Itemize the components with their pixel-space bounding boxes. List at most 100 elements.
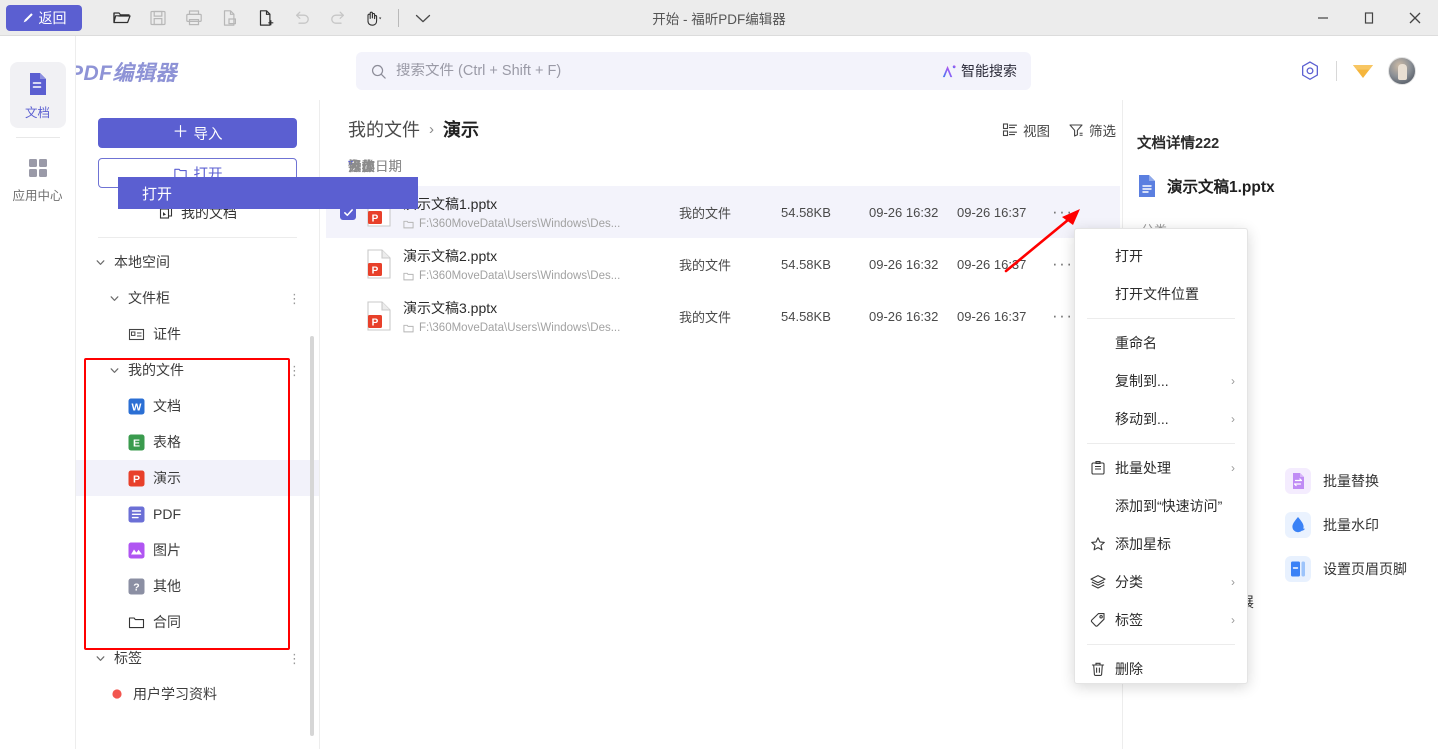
file-meta: 演示文稿3.pptx F:\360MoveData\Users\Windows\D… [403, 298, 703, 334]
maximize-button[interactable] [1346, 0, 1392, 36]
table-row[interactable]: P 演示文稿1.pptx F:\360MoveData\Users\Windows\… [326, 186, 1120, 238]
tree-item-more-icon[interactable]: ⋮ [288, 292, 301, 305]
header-divider [1336, 61, 1337, 81]
hexagon-settings-icon[interactable] [1293, 56, 1327, 86]
copy-page-icon[interactable] [212, 2, 248, 34]
svg-text:?: ? [133, 581, 139, 593]
tree-item-more-icon[interactable]: ⋮ [288, 364, 301, 377]
detail-tool-item[interactable]: 批量水印 [1285, 512, 1407, 538]
sidebar-tree-item[interactable]: 用户学习资料 [76, 676, 319, 712]
rail-item-documents[interactable]: 文档 [9, 62, 66, 128]
svg-text:E: E [133, 437, 140, 449]
sidebar-tree-item-label: 合同 [153, 614, 181, 630]
row-more-actions-icon[interactable]: ··· [1052, 202, 1073, 222]
search-input[interactable] [396, 63, 940, 79]
hand-tool-icon[interactable] [356, 2, 392, 34]
detail-tool-label: 设置页眉页脚 [1323, 561, 1407, 577]
sidebar-tree-item[interactable]: 证件 [76, 316, 319, 352]
context-menu-icon-placeholder [1089, 410, 1107, 428]
column-header-actions: 操作 [348, 159, 375, 174]
view-button[interactable]: 视图 [1002, 120, 1050, 140]
sidebar-tree-item[interactable]: W 文档 [76, 388, 319, 424]
file-category: 我的文件 [679, 257, 732, 273]
sidebar-tree-item[interactable]: PDF [76, 496, 319, 532]
svg-text:P: P [372, 317, 379, 328]
context-menu-item[interactable]: 打开 [1075, 237, 1247, 275]
save-icon[interactable] [140, 2, 176, 34]
sidebar-scrollbar[interactable] [310, 336, 314, 736]
open-folder-icon[interactable] [104, 2, 140, 34]
detail-tool-item[interactable]: 批量替换 [1285, 468, 1407, 494]
search-bar[interactable]: 智能搜索 [356, 52, 1031, 90]
window-controls [1300, 0, 1438, 36]
sidebar-tree-item[interactable]: 合同 [76, 604, 319, 640]
image-icon [128, 542, 145, 559]
table-row[interactable]: P 演示文稿2.pptx F:\360MoveData\Users\Windows\… [326, 238, 1120, 290]
plus-icon: ＋ [172, 124, 189, 141]
context-menu-item[interactable]: 删除 [1075, 650, 1247, 688]
rail-item-app-center[interactable]: 应用中心 [10, 147, 66, 211]
table-row[interactable]: P 演示文稿3.pptx F:\360MoveData\Users\Windows\… [326, 290, 1120, 342]
close-button[interactable] [1392, 0, 1438, 36]
header-footer-icon [1285, 556, 1311, 582]
chevron-down-icon[interactable] [108, 292, 121, 305]
detail-tool-label: 批量水印 [1323, 517, 1379, 533]
watermark-icon [1285, 512, 1311, 538]
folder-icon [128, 614, 145, 631]
file-path: F:\360MoveData\Users\Windows\Des... [403, 218, 703, 230]
more-chevron-icon[interactable] [405, 2, 441, 34]
filter-button[interactable]: 筛选 [1068, 120, 1116, 140]
context-menu-item[interactable]: 添加到“快速访问” [1075, 487, 1247, 525]
new-page-icon[interactable] [248, 2, 284, 34]
context-menu-item[interactable]: 批量处理 › [1075, 449, 1247, 487]
redo-icon[interactable] [320, 2, 356, 34]
sidebar-tree-item-label: 图片 [153, 542, 181, 558]
svg-text:W: W [132, 401, 142, 413]
breadcrumb-root[interactable]: 我的文件 [348, 116, 420, 142]
file-name: 演示文稿2.pptx [403, 248, 498, 264]
sidebar-tree-item[interactable]: 本地空间 [76, 244, 319, 280]
detail-tool-item[interactable]: 设置页眉页脚 [1285, 556, 1407, 582]
undo-icon[interactable] [284, 2, 320, 34]
sidebar-tree-item[interactable]: 文件柜 ⋮ [76, 280, 319, 316]
chevron-down-icon[interactable] [108, 364, 121, 377]
tree-item-more-icon[interactable]: ⋮ [288, 652, 301, 665]
context-menu-item[interactable]: 移动到... › [1075, 400, 1247, 438]
import-button[interactable]: ＋ 导入 [98, 118, 297, 148]
detail-open-button[interactable]: 打开 [118, 177, 418, 209]
sidebar-tree-item[interactable]: 我的文件 ⋮ [76, 352, 319, 388]
sidebar-tree-item[interactable]: E 表格 [76, 424, 319, 460]
minimize-button[interactable] [1300, 0, 1346, 36]
titlebar-toolbar [104, 2, 441, 34]
back-button[interactable]: 返回 [6, 4, 82, 31]
sidebar-tree-item-label: 我的文件 [128, 362, 184, 378]
ppt-icon: P [128, 470, 145, 487]
row-more-actions-icon[interactable]: ··· [1052, 306, 1073, 326]
context-menu-item[interactable]: 重命名 [1075, 324, 1247, 362]
sidebar-tree-item-label: 标签 [114, 650, 142, 666]
row-more-actions-icon[interactable]: ··· [1052, 254, 1073, 274]
import-button-label: 导入 [193, 126, 223, 143]
sidebar-tree-item[interactable]: ? 其他 [76, 568, 319, 604]
sidebar-tree-item[interactable]: 标签 ⋮ [76, 640, 319, 676]
avatar[interactable] [1388, 57, 1416, 85]
vip-diamond-icon[interactable] [1346, 56, 1380, 86]
context-menu-item-label: 添加星标 [1115, 536, 1171, 552]
context-menu-item[interactable]: 标签 › [1075, 601, 1247, 639]
sidebar-tree-item[interactable]: 图片 [76, 532, 319, 568]
print-icon[interactable] [176, 2, 212, 34]
file-name: 演示文稿3.pptx [403, 300, 498, 316]
excel-icon: E [128, 434, 145, 451]
ai-search-button[interactable]: 智能搜索 [940, 61, 1017, 81]
sidebar-tree-item[interactable]: P 演示 [76, 460, 319, 496]
file-size: 54.58KB [781, 256, 831, 272]
pdf-icon [128, 506, 145, 523]
context-menu-item[interactable]: 复制到... › [1075, 362, 1247, 400]
context-menu-item[interactable]: 添加星标 [1075, 525, 1247, 563]
context-menu-item[interactable]: 打开文件位置 [1075, 275, 1247, 313]
context-menu-item-label: 分类 [1115, 574, 1143, 590]
context-menu-item[interactable]: 分类 › [1075, 563, 1247, 601]
chevron-down-icon[interactable] [94, 256, 107, 269]
view-button-label: 视图 [1023, 124, 1050, 139]
chevron-down-icon[interactable] [94, 652, 107, 665]
